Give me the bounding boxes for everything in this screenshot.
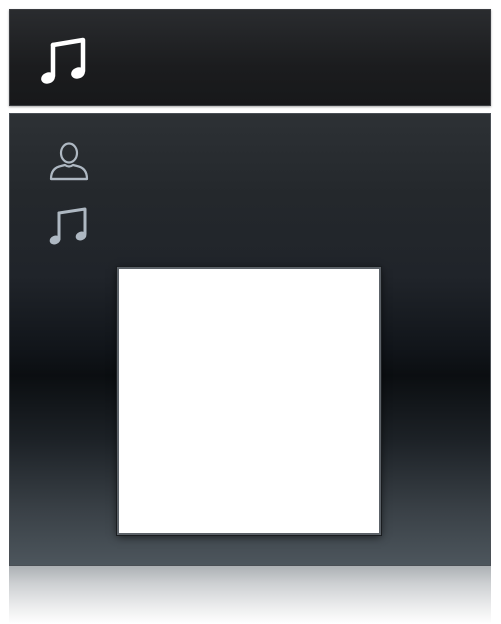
panel-reflection <box>9 566 491 624</box>
person-icon[interactable] <box>47 140 91 184</box>
now-playing-panel <box>9 113 491 566</box>
music-note-icon[interactable] <box>39 35 91 87</box>
album-art[interactable] <box>117 267 381 535</box>
album-art-image <box>119 269 379 533</box>
app-header <box>9 9 491 106</box>
music-note-icon[interactable] <box>47 204 91 248</box>
